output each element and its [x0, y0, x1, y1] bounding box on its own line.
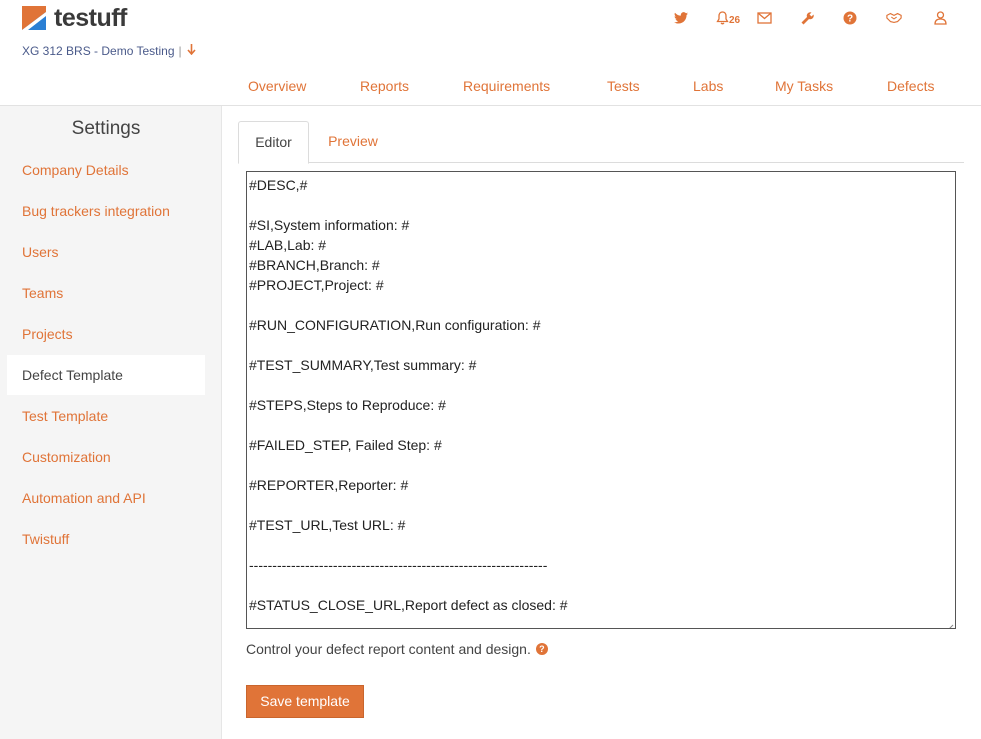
- wrench-icon[interactable]: [800, 10, 816, 26]
- resize-handle-icon[interactable]: [945, 618, 954, 628]
- nav-labs[interactable]: Labs: [693, 78, 723, 94]
- user-icon[interactable]: [932, 10, 948, 26]
- sidebar-item-defect-template[interactable]: Defect Template: [7, 355, 205, 395]
- editor-line: #PROJECT,Project: #: [249, 277, 384, 293]
- help-text: Control your defect report content and d…: [246, 641, 531, 657]
- editor-line: #RUN_CONFIGURATION,Run configuration: #: [249, 317, 541, 333]
- editor-line: #TEST_SUMMARY,Test summary: #: [249, 357, 477, 373]
- nav-my-tasks[interactable]: My Tasks: [775, 78, 833, 94]
- nav-reports[interactable]: Reports: [360, 78, 409, 94]
- project-separator: |: [178, 44, 182, 58]
- nav-defects[interactable]: Defects: [887, 78, 934, 94]
- header: testuff XG 312 BRS - Demo Testing | 26 ?: [0, 0, 981, 106]
- save-template-button[interactable]: Save template: [246, 685, 364, 718]
- nav-overview[interactable]: Overview: [248, 78, 306, 94]
- sidebar-item-users[interactable]: Users: [7, 232, 205, 272]
- sidebar-item-projects[interactable]: Projects: [7, 314, 205, 354]
- editor-line: #TEST_URL,Test URL: #: [249, 517, 406, 533]
- sidebar-item-twistuff[interactable]: Twistuff: [7, 519, 205, 559]
- sidebar-item-customization[interactable]: Customization: [7, 437, 205, 477]
- main-nav: Overview Reports Requirements Tests Labs…: [0, 78, 981, 98]
- settings-sidebar: Settings Company Details Bug trackers in…: [0, 106, 222, 739]
- question-icon[interactable]: ?: [535, 643, 548, 655]
- tab-editor[interactable]: Editor: [238, 121, 309, 164]
- editor-line: #STATUS_CLOSE_URL,Report defect as close…: [249, 597, 568, 613]
- nav-tests[interactable]: Tests: [607, 78, 640, 94]
- template-tabs: Editor Preview: [238, 121, 964, 164]
- sidebar-item-bug-trackers[interactable]: Bug trackers integration: [7, 191, 205, 231]
- editor-line: #DESC,#: [249, 177, 308, 193]
- editor-line: ----------------------------------------…: [249, 557, 548, 573]
- editor-line: #REPORTER,Reporter: #: [249, 477, 409, 493]
- editor-line: #LAB,Lab: #: [249, 237, 327, 253]
- nav-requirements[interactable]: Requirements: [463, 78, 550, 94]
- svg-text:?: ?: [847, 14, 853, 25]
- handshake-icon[interactable]: [886, 10, 902, 26]
- editor-line: #FAILED_STEP, Failed Step: #: [249, 437, 442, 453]
- top-toolbar: 26 ?: [0, 10, 981, 30]
- project-selector[interactable]: XG 312 BRS - Demo Testing |: [22, 44, 196, 58]
- template-editor-textarea[interactable]: #DESC,# #SI,System information: # #LAB,L…: [246, 171, 956, 629]
- sidebar-title: Settings: [71, 118, 141, 139]
- bell-icon[interactable]: [714, 10, 730, 26]
- sidebar-item-company-details[interactable]: Company Details: [7, 150, 205, 190]
- sidebar-item-automation-api[interactable]: Automation and API: [7, 478, 205, 518]
- sidebar-item-teams[interactable]: Teams: [7, 273, 205, 313]
- project-name: XG 312 BRS - Demo Testing: [22, 44, 175, 58]
- help-icon[interactable]: ?: [842, 10, 858, 26]
- sidebar-item-test-template[interactable]: Test Template: [7, 396, 205, 436]
- editor-line: #STEPS,Steps to Reproduce: #: [249, 397, 446, 413]
- notifications-count-badge: 26: [729, 15, 741, 26]
- editor-line: #SI,System information: #: [249, 217, 410, 233]
- twitter-icon[interactable]: [673, 10, 689, 26]
- editor-line: #BRANCH,Branch: #: [249, 257, 380, 273]
- arrow-down-icon[interactable]: [187, 44, 196, 58]
- tab-preview[interactable]: Preview: [326, 121, 380, 163]
- envelope-icon[interactable]: [756, 10, 772, 26]
- template-help: Control your defect report content and d…: [246, 641, 548, 657]
